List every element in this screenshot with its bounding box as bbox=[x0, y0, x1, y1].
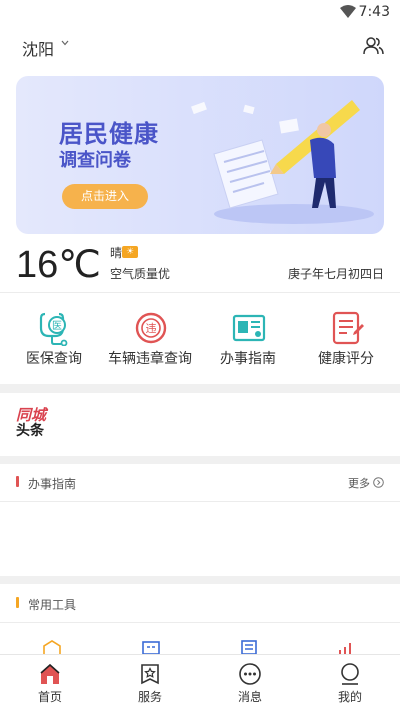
tool-icon[interactable] bbox=[141, 640, 161, 654]
chevron-down-icon[interactable] bbox=[61, 40, 69, 46]
tab-profile[interactable]: 我的 bbox=[300, 655, 400, 710]
tool-icon[interactable] bbox=[336, 640, 356, 654]
chevron-right-circle-icon[interactable] bbox=[373, 477, 384, 488]
tab-label: 消息 bbox=[237, 690, 262, 704]
guide-section-header: 办事指南 更多 bbox=[0, 464, 400, 502]
guide-section-title: 办事指南 bbox=[28, 477, 77, 491]
bottom-tab-bar: 首页 服务 消息 我的 bbox=[0, 654, 400, 710]
tab-label: 我的 bbox=[337, 690, 362, 704]
section-gap bbox=[0, 384, 400, 393]
city-selector[interactable]: 沈阳 bbox=[22, 36, 54, 60]
survey-illustration-icon bbox=[191, 100, 374, 224]
message-icon bbox=[239, 663, 261, 685]
tab-label: 首页 bbox=[37, 690, 62, 704]
svg-text:违: 违 bbox=[146, 322, 157, 335]
divider bbox=[0, 501, 400, 502]
temperature: 16℃ bbox=[16, 244, 101, 286]
profile-icon bbox=[341, 663, 359, 685]
section-accent-bar bbox=[16, 476, 19, 487]
svg-text:医: 医 bbox=[52, 320, 62, 332]
violation-icon: 违 bbox=[135, 312, 167, 344]
banner-title: 居民健康 bbox=[59, 120, 159, 148]
tab-messages[interactable]: 消息 bbox=[200, 655, 300, 710]
weather-condition: 晴 bbox=[110, 246, 123, 260]
quick-item-label: 办事指南 bbox=[220, 351, 276, 367]
tab-label: 服务 bbox=[137, 690, 162, 704]
headlines-logo-line1: 同城 bbox=[16, 406, 47, 424]
status-time: 7:43 bbox=[358, 4, 390, 20]
wifi-icon bbox=[340, 5, 356, 18]
quick-item-health-score[interactable]: 健康评分 bbox=[296, 300, 396, 380]
weather-panel: 16℃ 晴 ☀ 空气质量优 庚子年七月初四日 bbox=[0, 240, 400, 292]
banner-subtitle: 调查问卷 bbox=[59, 150, 131, 171]
lunar-date: 庚子年七月初四日 bbox=[287, 267, 384, 281]
medical-insurance-icon: 医 bbox=[39, 312, 68, 346]
section-gap bbox=[0, 576, 400, 584]
quick-item-service-guide[interactable]: 办事指南 bbox=[198, 300, 298, 380]
tool-icon[interactable] bbox=[239, 640, 259, 654]
id-card-icon bbox=[232, 314, 266, 342]
top-bar: 沈阳 bbox=[0, 28, 400, 64]
headlines-logo-line2: 头条 bbox=[16, 423, 44, 439]
quick-item-label: 医保查询 bbox=[26, 351, 82, 367]
tool-icon[interactable] bbox=[42, 640, 62, 654]
quick-item-vehicle-violation[interactable]: 违 车辆违章查询 bbox=[100, 300, 200, 380]
quick-item-medical-insurance[interactable]: 医 医保查询 bbox=[4, 300, 104, 380]
health-doc-icon bbox=[332, 311, 364, 345]
guide-more-link[interactable]: 更多 bbox=[348, 475, 370, 491]
quick-item-label: 健康评分 bbox=[318, 351, 374, 367]
tools-row bbox=[0, 636, 400, 654]
divider bbox=[0, 292, 400, 293]
tools-section-header: 常用工具 bbox=[0, 585, 400, 623]
home-icon bbox=[40, 663, 60, 684]
quick-services: 医 医保查询 违 车辆违章查询 办事指南 健康评分 bbox=[0, 300, 400, 380]
banner-enter-button[interactable]: 点击进入 bbox=[62, 184, 148, 209]
tab-service[interactable]: 服务 bbox=[100, 655, 200, 710]
status-bar: 7:43 bbox=[0, 0, 400, 24]
section-gap bbox=[0, 456, 400, 464]
people-icon[interactable] bbox=[362, 36, 384, 56]
sun-icon: ☀ bbox=[122, 246, 138, 258]
section-accent-bar bbox=[16, 597, 19, 608]
divider bbox=[0, 622, 400, 623]
service-icon bbox=[141, 664, 159, 685]
quick-item-label: 车辆违章查询 bbox=[108, 351, 192, 367]
survey-banner[interactable]: 居民健康 调查问卷 点击进入 bbox=[16, 76, 384, 234]
tools-section-title: 常用工具 bbox=[28, 598, 77, 612]
local-headlines[interactable]: 同城 头条 bbox=[0, 394, 400, 456]
tab-home[interactable]: 首页 bbox=[0, 655, 100, 710]
air-quality: 空气质量优 bbox=[110, 267, 171, 281]
